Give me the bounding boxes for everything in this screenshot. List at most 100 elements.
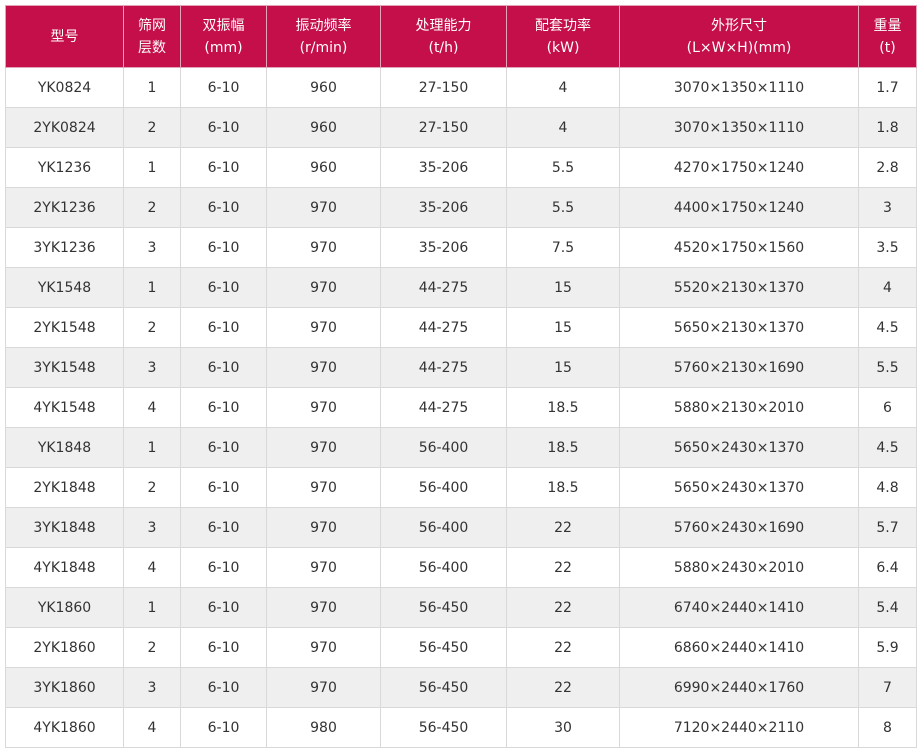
cell-vibration-frequency: 970	[266, 667, 381, 708]
cell-dimensions: 6990×2440×1760	[619, 667, 859, 708]
cell-motor-power: 18.5	[506, 467, 620, 508]
cell-model: 2YK1548	[5, 307, 124, 348]
cell-vibration-frequency: 970	[266, 267, 381, 308]
cell-screen-layers: 3	[123, 667, 181, 708]
cell-dimensions: 6740×2440×1410	[619, 587, 859, 628]
cell-dimensions: 5880×2130×2010	[619, 387, 859, 428]
header-screen-layers: 筛网 层数	[123, 5, 181, 68]
header-label: 外形尺寸	[711, 17, 767, 34]
cell-screen-layers: 1	[123, 587, 181, 628]
cell-model: 3YK1236	[5, 227, 124, 268]
cell-double-amplitude: 6-10	[180, 227, 267, 268]
cell-motor-power: 30	[506, 707, 620, 748]
cell-screen-layers: 1	[123, 267, 181, 308]
cell-motor-power: 22	[506, 547, 620, 588]
cell-double-amplitude: 6-10	[180, 347, 267, 388]
cell-weight: 1.7	[858, 67, 917, 108]
cell-screen-layers: 2	[123, 627, 181, 668]
cell-weight: 3.5	[858, 227, 917, 268]
cell-weight: 5.4	[858, 587, 917, 628]
header-label: (r/min)	[299, 39, 348, 56]
cell-vibration-frequency: 970	[266, 187, 381, 228]
cell-model: YK0824	[5, 67, 124, 108]
table-row: 2YK1848 2 6-10 970 56-400 18.5 5650×2430×1370 4…	[5, 467, 917, 508]
cell-screen-layers: 1	[123, 147, 181, 188]
cell-model: 4YK1848	[5, 547, 124, 588]
header-motor-power: 配套功率 (kW)	[506, 5, 620, 68]
cell-dimensions: 5880×2430×2010	[619, 547, 859, 588]
cell-screen-layers: 2	[123, 107, 181, 148]
header-label: 振动频率	[295, 17, 352, 34]
cell-weight: 6	[858, 387, 917, 428]
cell-vibration-frequency: 970	[266, 347, 381, 388]
table-row: 3YK1860 3 6-10 970 56-450 22 6990×2440×1760 7	[5, 667, 917, 708]
header-label: 处理能力	[415, 17, 472, 34]
cell-double-amplitude: 6-10	[180, 547, 267, 588]
cell-weight: 4.5	[858, 307, 917, 348]
table-row: YK0824 1 6-10 960 27-150 4 3070×1350×1110 1.7	[5, 67, 917, 108]
cell-double-amplitude: 6-10	[180, 627, 267, 668]
cell-weight: 5.9	[858, 627, 917, 668]
cell-capacity: 56-400	[380, 467, 507, 508]
cell-dimensions: 4400×1750×1240	[619, 187, 859, 228]
table-row: 3YK1236 3 6-10 970 35-206 7.5 4520×1750×1560 3.…	[5, 227, 917, 268]
cell-model: 3YK1860	[5, 667, 124, 708]
header-label: (t)	[879, 39, 896, 56]
cell-capacity: 44-275	[380, 307, 507, 348]
cell-vibration-frequency: 970	[266, 307, 381, 348]
cell-motor-power: 15	[506, 267, 620, 308]
header-row: 型号 筛网 层数 双振幅 (mm) 振动频率 (r/min) 处理能力 (t/h) 配套功率 (kW…	[5, 5, 917, 68]
cell-motor-power: 5.5	[506, 147, 620, 188]
cell-double-amplitude: 6-10	[180, 147, 267, 188]
cell-dimensions: 6860×2440×1410	[619, 627, 859, 668]
header-label: (kW)	[546, 39, 580, 56]
cell-screen-layers: 3	[123, 227, 181, 268]
cell-dimensions: 3070×1350×1110	[619, 107, 859, 148]
cell-weight: 6.4	[858, 547, 917, 588]
header-label: 双振幅	[202, 17, 245, 34]
cell-capacity: 56-450	[380, 707, 507, 748]
cell-vibration-frequency: 970	[266, 587, 381, 628]
cell-double-amplitude: 6-10	[180, 427, 267, 468]
table-row: 2YK1860 2 6-10 970 56-450 22 6860×2440×1410 5.9	[5, 627, 917, 668]
cell-model: YK1848	[5, 427, 124, 468]
cell-vibration-frequency: 960	[266, 67, 381, 108]
table-row: 2YK1548 2 6-10 970 44-275 15 5650×2130×1370 4.5	[5, 307, 917, 348]
header-label: (mm)	[204, 39, 243, 56]
table-row: 2YK0824 2 6-10 960 27-150 4 3070×1350×1110 1.8	[5, 107, 917, 148]
cell-vibration-frequency: 970	[266, 507, 381, 548]
header-label: 型号	[50, 28, 79, 45]
cell-vibration-frequency: 970	[266, 467, 381, 508]
cell-capacity: 35-206	[380, 187, 507, 228]
cell-model: YK1860	[5, 587, 124, 628]
cell-vibration-frequency: 970	[266, 547, 381, 588]
cell-screen-layers: 3	[123, 507, 181, 548]
cell-double-amplitude: 6-10	[180, 507, 267, 548]
cell-capacity: 44-275	[380, 347, 507, 388]
cell-double-amplitude: 6-10	[180, 107, 267, 148]
table-row: 3YK1848 3 6-10 970 56-400 22 5760×2430×1690 5.7	[5, 507, 917, 548]
cell-motor-power: 15	[506, 347, 620, 388]
cell-weight: 4.5	[858, 427, 917, 468]
table-body: YK0824 1 6-10 960 27-150 4 3070×1350×1110 1.7 2Y…	[5, 67, 917, 748]
table-row: YK1860 1 6-10 970 56-450 22 6740×2440×1410 5.4	[5, 587, 917, 628]
table-row: YK1236 1 6-10 960 35-206 5.5 4270×1750×1240 2.8	[5, 147, 917, 188]
cell-motor-power: 4	[506, 67, 620, 108]
cell-dimensions: 5760×2130×1690	[619, 347, 859, 388]
cell-motor-power: 15	[506, 307, 620, 348]
cell-motor-power: 22	[506, 627, 620, 668]
cell-capacity: 56-400	[380, 427, 507, 468]
table-row: 4YK1548 4 6-10 970 44-275 18.5 5880×2130×2010 6	[5, 387, 917, 428]
cell-double-amplitude: 6-10	[180, 587, 267, 628]
cell-motor-power: 22	[506, 507, 620, 548]
header-label: 筛网	[138, 17, 166, 34]
header-label: 配套功率	[535, 17, 591, 34]
cell-motor-power: 18.5	[506, 387, 620, 428]
header-vibration-frequency: 振动频率 (r/min)	[266, 5, 381, 68]
cell-screen-layers: 3	[123, 347, 181, 388]
cell-weight: 5.5	[858, 347, 917, 388]
cell-weight: 8	[858, 707, 917, 748]
cell-motor-power: 7.5	[506, 227, 620, 268]
cell-double-amplitude: 6-10	[180, 667, 267, 708]
cell-model: 3YK1848	[5, 507, 124, 548]
